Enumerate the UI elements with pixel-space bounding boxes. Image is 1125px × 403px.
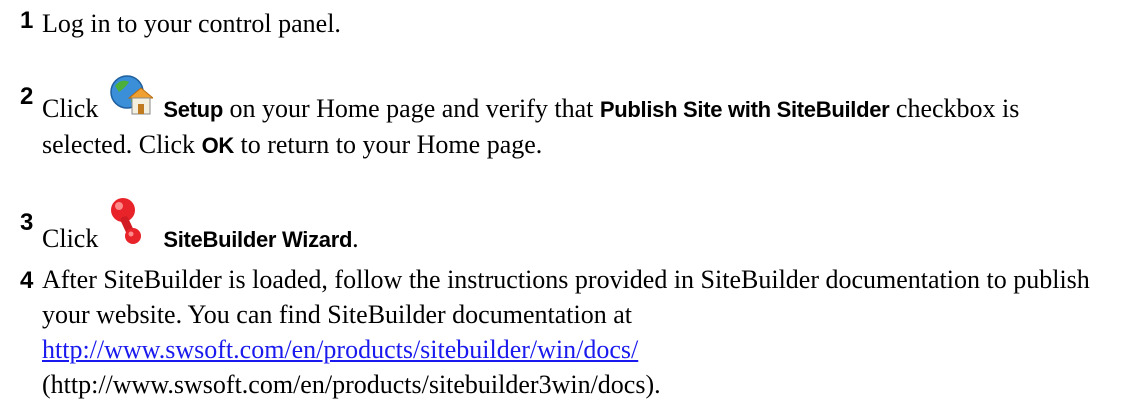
step-1: 1 Log in to your control panel. (20, 6, 1105, 41)
setup-globe-house-icon (107, 74, 155, 127)
step-text: After SiteBuilder is loaded, follow the … (42, 262, 1105, 402)
step-2: 2 Click Setup on your Home page and veri… (20, 74, 1105, 163)
step-number: 1 (20, 7, 34, 34)
setup-label[interactable]: Setup (163, 97, 223, 122)
step-text: Click Setup on your Home page and verify… (42, 74, 1105, 163)
publish-checkbox-label[interactable]: Publish Site with SiteBuilder (600, 97, 890, 122)
click-text: Click (42, 224, 99, 253)
step-text-part: to return to your Home page. (233, 130, 543, 159)
step-text: Log in to your control panel. (42, 9, 341, 38)
step-4: 4 After SiteBuilder is loaded, follow th… (20, 262, 1105, 402)
ok-label[interactable]: OK (202, 133, 235, 158)
step-text-part: (http://www.swsoft.com/en/products/siteb… (42, 370, 661, 399)
step-number: 2 (20, 83, 34, 110)
step-text-part: on your Home page and verify that (222, 94, 600, 123)
step-text: Click SiteBuilder Wizard. (42, 196, 1105, 257)
step-number: 3 (20, 209, 34, 236)
step-number: 4 (20, 267, 34, 294)
sitebuilder-docs-link[interactable]: http://www.swsoft.com/en/products/sitebu… (42, 335, 638, 364)
step-text-part: After SiteBuilder is loaded, follow the … (42, 265, 1090, 329)
sitebuilder-wizard-icon (107, 196, 153, 257)
step-text-part: . (352, 224, 359, 253)
sitebuilder-wizard-label[interactable]: SiteBuilder Wizard (163, 227, 352, 252)
click-text: Click (42, 94, 99, 123)
step-3: 3 Click SiteBuilder Wizard. (20, 196, 1105, 257)
